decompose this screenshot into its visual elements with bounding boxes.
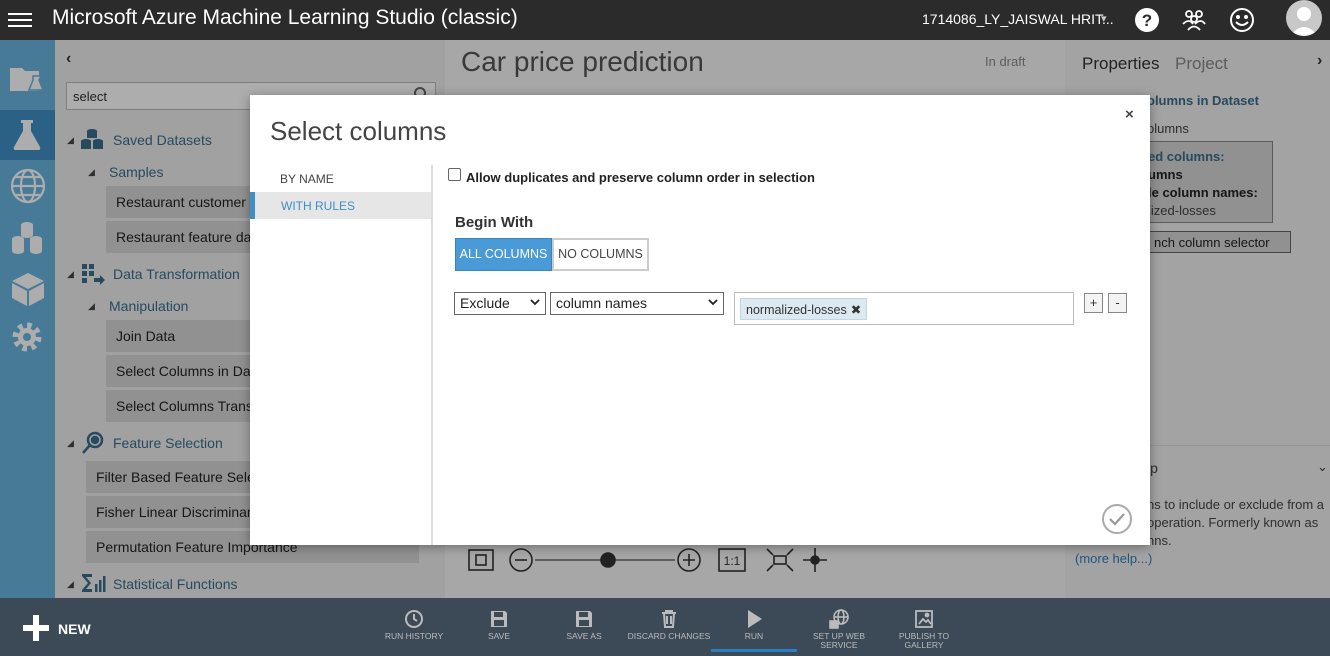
user-account-name[interactable]: 1714086_LY_JAISWAL HRIT... (922, 11, 1114, 27)
rule-action-select[interactable]: Exclude (454, 292, 546, 315)
chevron-down-icon (708, 299, 718, 306)
column-names-input[interactable]: normalized-losses ✖ (734, 292, 1074, 325)
begin-with-label: Begin With (455, 214, 534, 231)
save-as-disk-icon (576, 611, 592, 627)
command-label: SAVE AS (566, 631, 602, 641)
plus-icon (23, 615, 49, 641)
command-label: SERVICE (820, 640, 858, 650)
command-bar: NEW RUN HISTORY SAVE SAVE AS DISCARD CHA… (0, 598, 1330, 656)
tab-by-name[interactable]: BY NAME (250, 165, 431, 192)
all-columns-button[interactable]: ALL COLUMNS (455, 238, 552, 271)
hamburger-menu-icon[interactable] (8, 9, 32, 31)
run-history-button[interactable]: RUN HISTORY (371, 606, 457, 652)
command-label: RUN (744, 631, 764, 641)
allow-duplicates-label[interactable]: Allow duplicates and preserve column ord… (466, 170, 815, 185)
history-clock-icon (405, 610, 423, 628)
publish-gallery-icon (915, 610, 933, 628)
user-menu-caret-icon[interactable]: ▾ (1101, 12, 1107, 25)
rule-action-value: Exclude (460, 295, 510, 311)
add-rule-button[interactable]: + (1084, 293, 1103, 313)
help-icon[interactable]: ? (1133, 6, 1161, 34)
allow-duplicates-checkbox[interactable] (448, 168, 461, 181)
confirm-button[interactable] (1102, 504, 1132, 534)
community-icon[interactable] (1180, 6, 1208, 34)
select-columns-dialog: Select columns × BY NAME WITH RULES Allo… (250, 95, 1150, 545)
rule-type-select[interactable]: column names (550, 292, 724, 315)
column-tag: normalized-losses ✖ (740, 298, 868, 320)
dialog-title: Select columns (270, 116, 447, 146)
publish-to-gallery-button[interactable]: PUBLISH TO GALLERY (881, 606, 967, 652)
rule-type-value: column names (556, 295, 648, 311)
smiley-feedback-icon[interactable] (1228, 6, 1256, 34)
top-bar: Microsoft Azure Machine Learning Studio … (0, 0, 1330, 40)
remove-rule-button[interactable]: - (1108, 293, 1127, 313)
trash-icon (662, 610, 676, 628)
command-label: RUN HISTORY (384, 631, 444, 641)
web-service-globe-icon (829, 609, 849, 629)
save-button[interactable]: SAVE (456, 606, 542, 652)
command-label: SAVE (487, 631, 511, 641)
save-as-button[interactable]: SAVE AS (541, 606, 627, 652)
column-tag-label: normalized-losses (746, 303, 847, 317)
checkmark-icon (1109, 513, 1125, 526)
run-button[interactable]: RUN (711, 606, 797, 652)
app-title: Microsoft Azure Machine Learning Studio … (52, 6, 518, 29)
set-up-web-service-button[interactable]: SET UP WEB SERVICE (796, 606, 882, 652)
close-icon[interactable]: × (1125, 106, 1134, 123)
no-columns-button[interactable]: NO COLUMNS (552, 238, 649, 271)
tab-with-rules[interactable]: WITH RULES (250, 192, 431, 219)
user-avatar[interactable] (1286, 0, 1322, 36)
command-label: GALLERY (904, 640, 944, 650)
new-button-label: NEW (58, 621, 91, 637)
discard-changes-button[interactable]: DISCARD CHANGES (626, 606, 712, 652)
command-label: DISCARD CHANGES (627, 631, 711, 641)
play-icon (748, 610, 762, 628)
divider (431, 165, 433, 545)
chevron-down-icon (530, 299, 540, 306)
save-disk-icon (491, 611, 507, 627)
svg-text:?: ? (1142, 11, 1152, 30)
remove-tag-icon[interactable]: ✖ (851, 303, 861, 317)
